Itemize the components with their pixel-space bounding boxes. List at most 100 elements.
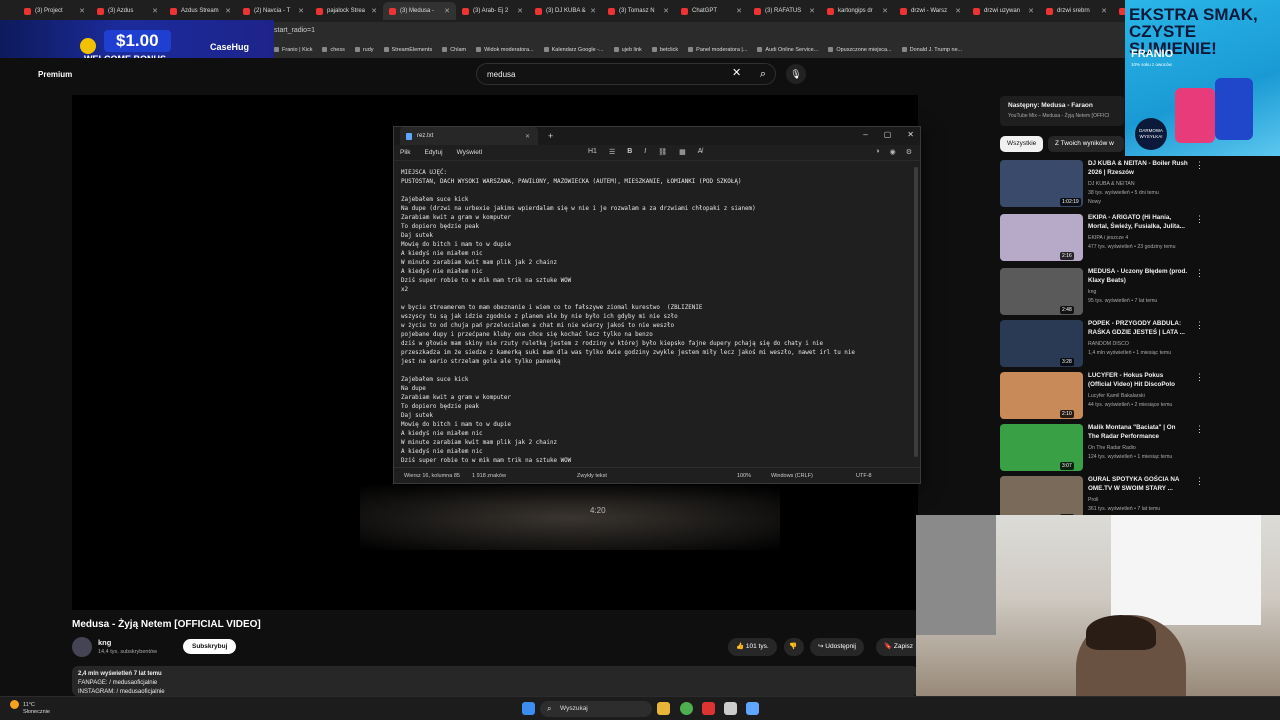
search-input[interactable]: medusa [476,63,776,85]
heading-dropdown[interactable]: H1 [588,148,597,156]
recommended-title[interactable]: LUCYFER - Hokus Pokus (Official Video) H… [1088,372,1188,389]
recommended-video[interactable]: 2:48 MEDUSA - Uczony Błędem (prod. Klaxy… [1000,268,1260,318]
tab-close-icon[interactable]: ✕ [79,7,85,15]
bookmark-item[interactable]: Chlam [442,47,466,53]
bookmark-item[interactable]: StreamElements [384,47,433,53]
tab-close-icon[interactable]: ✕ [663,7,669,15]
bookmark-item[interactable]: chess [322,47,344,53]
recommended-video[interactable]: 3:28 POPEK - PRZYGODY ABDULA: RAŚKA GDZI… [1000,320,1260,370]
menu-file[interactable]: Plik [400,149,410,156]
taskbar-search[interactable]: Wyszukaj [540,701,652,717]
bookmark-item[interactable]: betclick [652,47,678,53]
new-tab-icon[interactable]: + [548,131,553,141]
channel-name[interactable]: kng [98,638,111,647]
tab-close-icon[interactable]: ✕ [1028,7,1034,15]
tab-close-icon[interactable]: ✕ [152,7,158,15]
list-icon[interactable]: ☰ [609,148,615,156]
menu-edit[interactable]: Edytuj [424,149,442,156]
more-options-icon[interactable]: ⋮ [1195,372,1204,383]
weather-widget[interactable]: 11°C Słonecznie [10,700,50,716]
recommended-title[interactable]: MEDUSA - Uczony Błędem (prod. Klaxy Beat… [1088,268,1188,285]
recommended-video[interactable]: 3:07 Malik Montana "Baciata" | On The Ra… [1000,424,1260,474]
app-icon[interactable] [724,702,737,715]
dislike-icon[interactable]: 👎 [784,638,804,656]
browser-tab[interactable]: pajalock Strea ✕ [310,2,383,20]
browser-tab[interactable]: Azdus Stream ✕ [164,2,237,20]
notepad-tab[interactable]: rez.txt ✕ [400,127,538,145]
minimize-icon[interactable]: – [863,130,867,139]
url-text[interactable]: start_radio=1 [274,27,315,34]
italic-icon[interactable]: I [644,148,646,156]
more-options-icon[interactable]: ⋮ [1195,476,1204,487]
bookmark-item[interactable]: Kalendarz Google -... [544,47,604,53]
menu-view[interactable]: Wyświetl [457,149,483,156]
recommended-title[interactable]: EKIPA - ARIGATO (Hi Hania, Mortal, Śwież… [1088,214,1188,231]
table-icon[interactable]: ▦ [679,148,686,156]
tab-close-icon[interactable]: ✕ [298,7,304,15]
app-icon[interactable] [702,702,715,715]
browser-tab[interactable]: (3) Medusa - ✕ [383,2,456,20]
browser-tab[interactable]: (3) Arab- Ej 2 ✕ [456,2,529,20]
tab-close-icon[interactable]: ✕ [1101,7,1107,15]
browser-tab[interactable]: drzwi - Warsz ✕ [894,2,967,20]
browser-tab[interactable]: drzwi uzywan ✕ [967,2,1040,20]
recommended-video[interactable]: 1:02:19 DJ KUBA & NEITAN - Boiler Rush 2… [1000,160,1260,210]
copilot-icon[interactable]: ◑ [875,148,879,156]
browser-tab[interactable]: (3) RAFATUS ✕ [748,2,821,20]
bookmark-item[interactable]: Franio | Kick [274,47,312,53]
notepad-window[interactable]: rez.txt ✕ + – ▢ ✕ Plik Edytuj Wyświetl H… [393,126,921,484]
browser-tab[interactable]: ChatGPT ✕ [675,2,748,20]
up-next-card[interactable]: Następny: Medusa - Faraon YouTube Mix – … [1000,96,1124,126]
bookmark-item[interactable]: Audi Online Service... [757,47,818,53]
browser-tab[interactable]: (3) Project ✕ [18,2,91,20]
notepad-text-area[interactable]: MIEJSCA UJĘĆ: PUSTOSTAN, DACH WYSOKI WARS… [394,161,914,467]
youtube-logo[interactable]: Premium [38,70,72,79]
tab-close-icon[interactable]: ✕ [590,7,596,15]
save-button[interactable]: 🔖 Zapisz [876,638,918,656]
clear-search-icon[interactable]: ✕ [732,66,741,79]
clear-format-icon[interactable]: A̸ [698,148,703,156]
bookmark-item[interactable]: Opuszczone miejsca... [828,47,891,53]
bold-icon[interactable]: B [627,148,632,156]
bookmark-item[interactable]: ujeb link [614,47,642,53]
tab-close-icon[interactable]: ✕ [371,7,377,15]
more-options-icon[interactable]: ⋮ [1195,268,1204,279]
recommended-title[interactable]: POPEK - PRZYGODY ABDULA: RAŚKA GDZIE JES… [1088,320,1188,337]
link-icon[interactable]: ⛓ [658,148,667,156]
subscribe-button[interactable]: Subskrybuj [183,639,237,654]
more-options-icon[interactable]: ⋮ [1195,320,1204,331]
recommended-title[interactable]: GURAL SPOTYKA GOŚCIA NA OME.TV W SWOIM S… [1088,476,1188,493]
search-icon[interactable]: ⌕ [750,63,776,85]
recommended-video[interactable]: 2:10 LUCYFER - Hokus Pokus (Official Vid… [1000,372,1260,422]
browser-tab[interactable]: kartongips dr ✕ [821,2,894,20]
channel-avatar[interactable] [72,637,92,657]
browser-tab[interactable]: drzwi srebrn ✕ [1040,2,1113,20]
recommended-title[interactable]: DJ KUBA & NEITAN - Boiler Rush 2026 | Rz… [1088,160,1188,177]
close-icon[interactable]: ✕ [907,130,914,139]
tab-close-icon[interactable]: ✕ [882,7,888,15]
file-explorer-icon[interactable] [657,702,670,715]
bookmark-item[interactable]: Widok moderatora... [476,47,534,53]
browser-tab[interactable]: (2) Navcia - T ✕ [237,2,310,20]
bookmark-item[interactable]: rudy [355,47,374,53]
tab-close-icon[interactable]: ✕ [809,7,815,15]
start-icon[interactable] [522,702,535,715]
account-icon[interactable]: ◉ [890,148,896,156]
maximize-icon[interactable]: ▢ [884,130,892,139]
share-button[interactable]: ↪ Udostępnij [810,638,864,656]
video-description[interactable]: 2,4 mln wyświetleń 7 lat temu FANPAGE: /… [72,666,918,696]
tab-close-icon[interactable]: ✕ [225,7,231,15]
tab-close-icon[interactable]: ✕ [955,7,961,15]
recommended-video[interactable]: 2:16 EKIPA - ARIGATO (Hi Hania, Mortal, … [1000,214,1260,264]
chip-all[interactable]: Wszystkie [1000,136,1044,152]
notepad-scrollbar[interactable] [914,167,918,457]
like-button[interactable]: 👍 101 tys. [728,638,777,656]
recommended-title[interactable]: Malik Montana "Baciata" | On The Radar P… [1088,424,1188,441]
chip-from-your-search[interactable]: Z Twoich wyników w [1048,136,1124,152]
close-tab-icon[interactable]: ✕ [525,133,530,140]
tab-close-icon[interactable]: ✕ [736,7,742,15]
more-options-icon[interactable]: ⋮ [1195,424,1204,435]
microphone-icon[interactable]: 🎙 [786,64,806,84]
chrome-icon[interactable] [680,702,693,715]
browser-tab[interactable]: (3) Azdus ✕ [91,2,164,20]
